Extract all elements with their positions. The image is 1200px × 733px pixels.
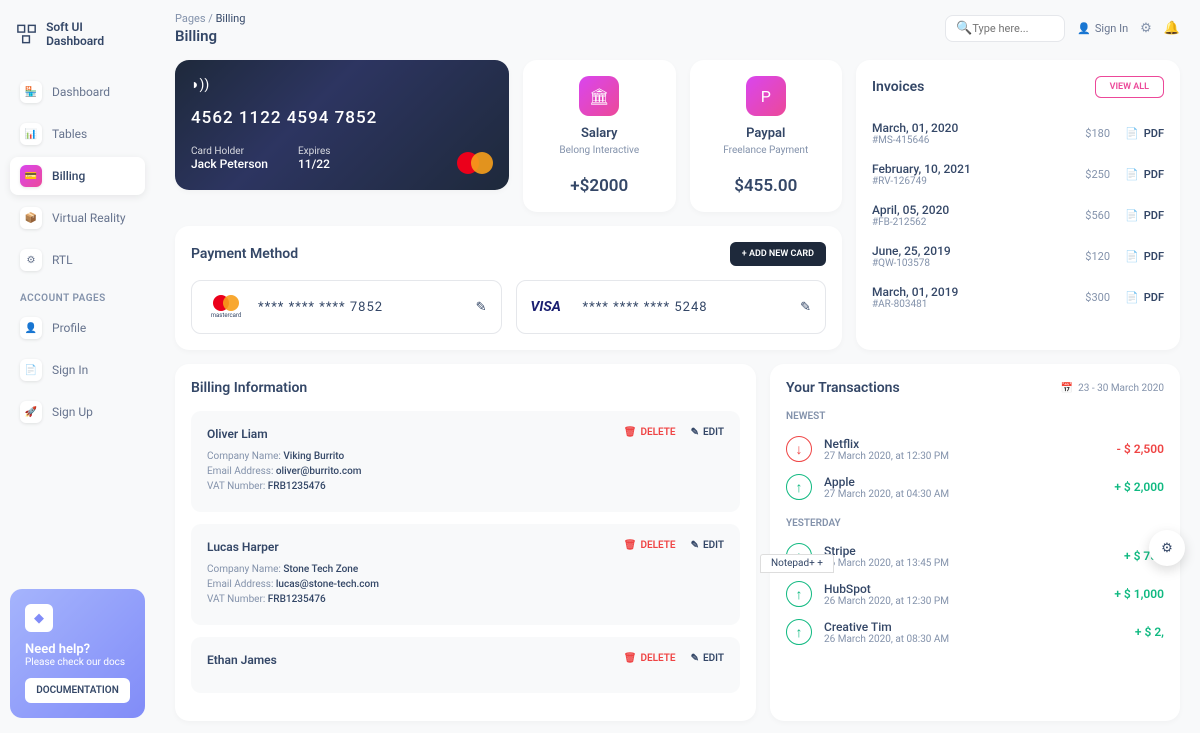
arrow-down-icon: ↓ (786, 436, 812, 462)
logo[interactable]: Soft UI Dashboard (10, 15, 145, 53)
search-icon: 🔍 (956, 21, 972, 36)
signin-icon: 📄 (20, 359, 42, 381)
logo-icon (15, 22, 38, 46)
signup-icon: 🚀 (20, 401, 42, 423)
invoice-row: March, 01, 2019#AR-803481$300📄PDF (872, 277, 1164, 318)
breadcrumb: Pages / Billing (175, 12, 245, 25)
edit-button[interactable]: ✎EDIT (691, 540, 724, 551)
arrow-up-icon: ↑ (786, 474, 812, 500)
calendar-icon: 📅 (1061, 383, 1073, 394)
pencil-icon: ✎ (691, 540, 699, 551)
notifications-icon[interactable]: 🔔 (1164, 21, 1180, 36)
transaction-row: ↑Stripe26 March 2020, at 13:45 PM+ $ 750 (786, 537, 1164, 575)
view-all-button[interactable]: VIEW ALL (1095, 76, 1164, 98)
card-icon: 💳 (20, 165, 42, 187)
arrow-up-icon: ↑ (786, 619, 812, 645)
billing-item: Lucas Harper🗑DELETE✎EDITCompany Name: St… (191, 524, 740, 625)
pdf-link[interactable]: 📄PDF (1125, 250, 1164, 263)
mastercard-icon: mastercard (206, 295, 246, 319)
nav-tables[interactable]: 📊Tables (10, 115, 145, 153)
app-name: Soft UI Dashboard (46, 20, 140, 48)
nav-dashboard[interactable]: 🏪Dashboard (10, 73, 145, 111)
pencil-icon: ✎ (691, 653, 699, 664)
signin-link[interactable]: 👤Sign In (1077, 22, 1128, 35)
account-section-label: ACCOUNT PAGES (10, 283, 145, 309)
invoice-row: March, 01, 2020#MS-415646$180📄PDF (872, 113, 1164, 154)
invoices-card: Invoices VIEW ALL March, 01, 2020#MS-415… (856, 60, 1180, 350)
pdf-link[interactable]: 📄PDF (1125, 291, 1164, 304)
card-number: 4562 1122 4594 7852 (191, 108, 493, 128)
pencil-icon: ✎ (691, 427, 699, 438)
trash-icon: 🗑 (624, 540, 637, 551)
invoice-row: April, 05, 2020#FB-212562$560📄PDF (872, 195, 1164, 236)
profile-icon: 👤 (20, 317, 42, 339)
edit-icon[interactable]: ✎ (476, 300, 487, 315)
pdf-icon: 📄 (1125, 168, 1139, 181)
transaction-row: ↑Creative Tim26 March 2020, at 08:30 AM+… (786, 613, 1164, 651)
nav-billing[interactable]: 💳Billing (10, 157, 145, 195)
notepad-tab[interactable]: Notepad+ + (760, 554, 834, 573)
trash-icon: 🗑 (624, 427, 637, 438)
transaction-row: ↑Apple27 March 2020, at 04:30 AM+ $ 2,00… (786, 468, 1164, 506)
documentation-button[interactable]: DOCUMENTATION (25, 678, 130, 703)
delete-button[interactable]: 🗑DELETE (624, 427, 676, 438)
payment-method-card: Payment Method + ADD NEW CARD mastercard… (175, 226, 842, 350)
visa-icon: VISA (531, 299, 571, 315)
nav-rtl[interactable]: ⚙RTL (10, 241, 145, 279)
pdf-icon: 📄 (1125, 250, 1139, 263)
transactions-card: Your Transactions 📅23 - 30 March 2020 NE… (770, 364, 1180, 721)
pdf-icon: 📄 (1125, 291, 1139, 304)
pdf-link[interactable]: 📄PDF (1125, 209, 1164, 222)
payment-method-visa: VISA **** **** **** 5248 ✎ (516, 280, 827, 334)
billing-info-card: Billing Information Oliver Liam🗑DELETE✎E… (175, 364, 756, 721)
delete-button[interactable]: 🗑DELETE (624, 653, 676, 664)
trash-icon: 🗑 (624, 653, 637, 664)
edit-icon[interactable]: ✎ (800, 300, 811, 315)
paypal-icon: P (746, 76, 786, 116)
transaction-row: ↓Netflix27 March 2020, at 12:30 PM- $ 2,… (786, 430, 1164, 468)
nav-profile[interactable]: 👤Profile (10, 309, 145, 347)
invoices-title: Invoices (872, 79, 924, 95)
paypal-card: P Paypal Freelance Payment $455.00 (690, 60, 843, 212)
pdf-icon: 📄 (1125, 209, 1139, 222)
invoice-row: June, 25, 2019#QW-103578$120📄PDF (872, 236, 1164, 277)
invoice-row: February, 10, 2021#RV-126749$250📄PDF (872, 154, 1164, 195)
nav-signin[interactable]: 📄Sign In (10, 351, 145, 389)
billing-item: Oliver Liam🗑DELETE✎EDITCompany Name: Vik… (191, 411, 740, 512)
user-icon: 👤 (1077, 22, 1091, 35)
wifi-icon: ◗)) (191, 76, 493, 93)
shop-icon: 🏪 (20, 81, 42, 103)
tables-icon: 📊 (20, 123, 42, 145)
date-range: 📅23 - 30 March 2020 (1061, 383, 1164, 394)
vr-icon: 📦 (20, 207, 42, 229)
rtl-icon: ⚙ (20, 249, 42, 271)
help-subtitle: Please check our docs (25, 657, 130, 668)
nav-signup[interactable]: 🚀Sign Up (10, 393, 145, 431)
nav-vr[interactable]: 📦Virtual Reality (10, 199, 145, 237)
search-input[interactable] (972, 22, 1054, 35)
bank-icon: 🏛 (579, 76, 619, 116)
page-title: Billing (175, 27, 245, 45)
settings-fab[interactable]: ⚙ (1149, 530, 1185, 566)
pdf-link[interactable]: 📄PDF (1125, 168, 1164, 181)
help-icon: ◆ (25, 604, 53, 632)
sidebar: Soft UI Dashboard 🏪Dashboard 📊Tables 💳Bi… (0, 0, 155, 733)
settings-icon[interactable]: ⚙ (1140, 21, 1152, 36)
help-title: Need help? (25, 642, 130, 657)
mastercard-logo (457, 152, 493, 174)
pdf-icon: 📄 (1125, 127, 1139, 140)
billing-item: Ethan James🗑DELETE✎EDIT (191, 637, 740, 693)
add-new-card-button[interactable]: + ADD NEW CARD (730, 242, 826, 266)
edit-button[interactable]: ✎EDIT (691, 427, 724, 438)
search-box[interactable]: 🔍 (945, 15, 1065, 42)
arrow-up-icon: ↑ (786, 581, 812, 607)
delete-button[interactable]: 🗑DELETE (624, 540, 676, 551)
payment-method-mastercard: mastercard **** **** **** 7852 ✎ (191, 280, 502, 334)
edit-button[interactable]: ✎EDIT (691, 653, 724, 664)
credit-card: ◗)) 4562 1122 4594 7852 Card HolderJack … (175, 60, 509, 190)
help-card: ◆ Need help? Please check our docs DOCUM… (10, 589, 145, 718)
salary-card: 🏛 Salary Belong Interactive +$2000 (523, 60, 676, 212)
pdf-link[interactable]: 📄PDF (1125, 127, 1164, 140)
